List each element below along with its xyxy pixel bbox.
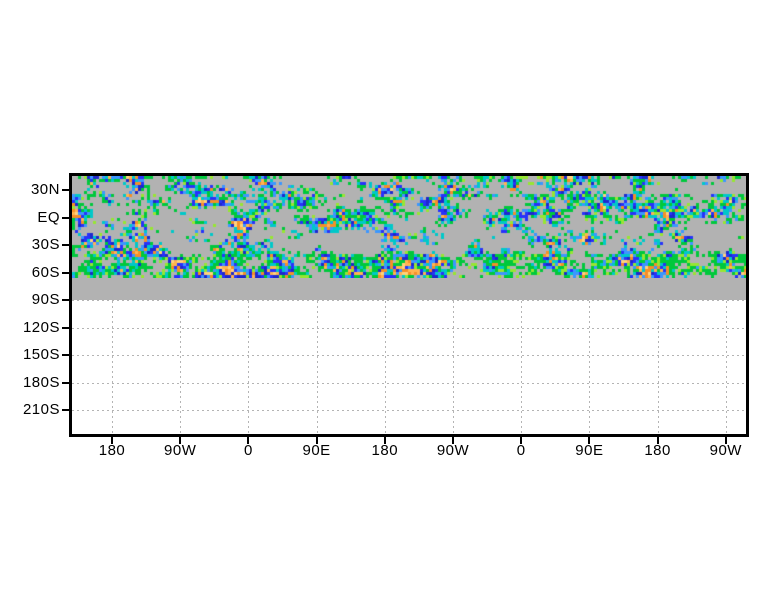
y-tick-mark: [62, 381, 69, 384]
y-tick-label: 180S: [22, 373, 60, 391]
y-tick-mark: [62, 409, 69, 411]
y-tick-label: 210S: [22, 401, 60, 418]
x-tick-label: 0: [243, 442, 253, 459]
y-tick-mark: [62, 216, 69, 219]
y-tick-mark: [62, 299, 69, 301]
x-tick-label: 90W: [709, 442, 742, 459]
y-tick-label: 120S: [22, 318, 60, 336]
horizontal-gridline: [72, 410, 746, 411]
horizontal-gridline: [72, 327, 746, 329]
heatmap-canvas: [72, 176, 746, 278]
y-tick-mark: [62, 189, 69, 191]
x-tick-label: 180: [644, 442, 671, 459]
plot-root: 30N EQ 30S 60S 90S 120S 150S 180S 210S 180 90W 0 90…: [0, 0, 784, 612]
x-tick-label: 90E: [302, 442, 331, 459]
x-tick-label: 180: [371, 442, 399, 459]
y-tick-mark: [62, 326, 69, 329]
y-tick-mark: [62, 354, 69, 356]
x-tick-label: 90W: [436, 442, 470, 459]
y-tick-label: 30N: [30, 181, 60, 198]
y-tick-label: 90S: [31, 291, 60, 308]
y-tick-mark: [62, 244, 69, 246]
y-tick-mark: [62, 271, 69, 274]
horizontal-gridline: [72, 382, 746, 384]
x-tick-label: 90W: [164, 442, 197, 459]
y-tick-label: 150S: [22, 346, 60, 363]
plot-frame: [69, 173, 749, 437]
x-tick-label: 180: [98, 442, 126, 459]
y-tick-label: 30S: [31, 236, 60, 253]
horizontal-gridline: [72, 355, 746, 356]
horizontal-gridline: [72, 300, 746, 301]
x-tick-label: 90E: [575, 442, 604, 459]
y-tick-label: EQ: [37, 208, 60, 226]
y-tick-label: 60S: [31, 263, 60, 281]
x-tick-label: 0: [516, 442, 526, 459]
